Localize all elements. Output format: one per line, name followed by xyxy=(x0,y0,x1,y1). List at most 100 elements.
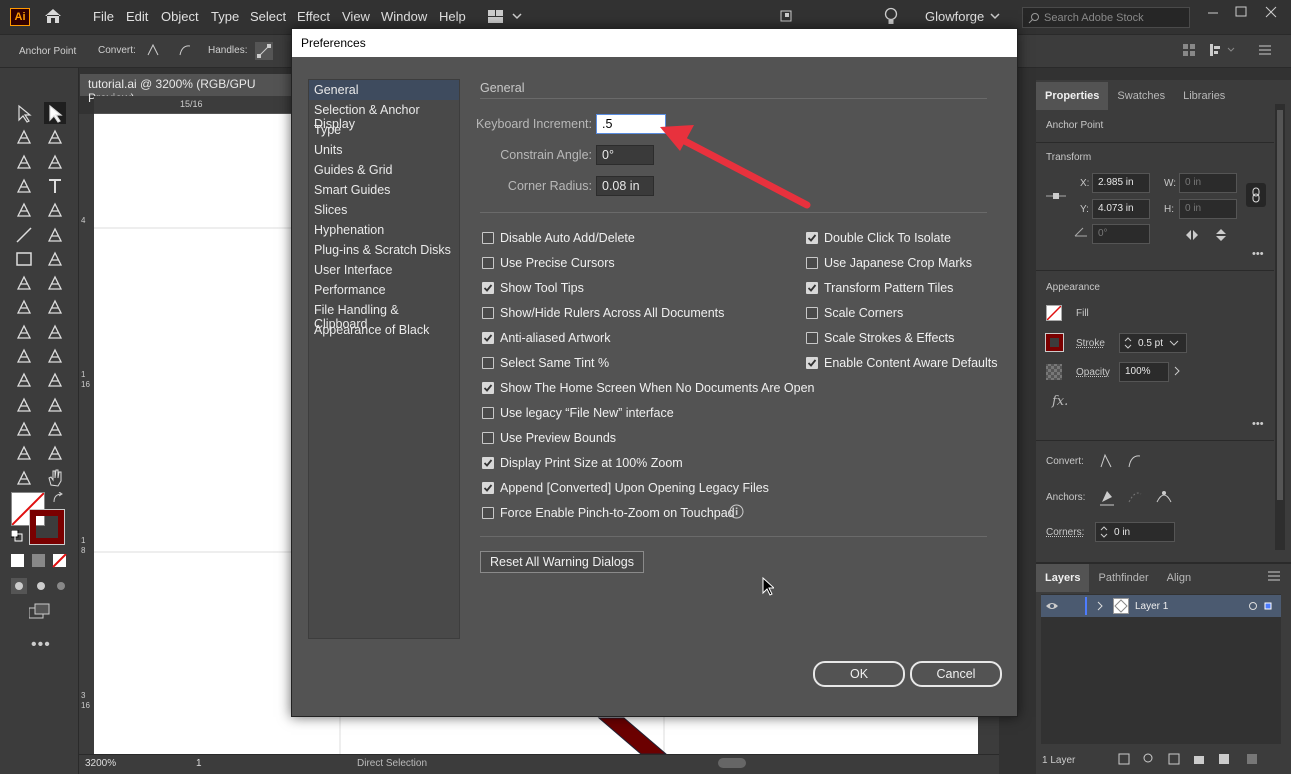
isolate-icon[interactable] xyxy=(1155,488,1173,506)
constrain-proportions-icon[interactable] xyxy=(1246,183,1266,207)
checkbox-disable-auto-add-delete[interactable]: Disable Auto Add/Delete xyxy=(482,225,815,250)
distribute-icon[interactable] xyxy=(1210,44,1236,56)
checkbox-box[interactable] xyxy=(482,431,494,444)
checkbox-box[interactable] xyxy=(482,256,494,269)
paintbrush-tool-icon[interactable] xyxy=(13,272,35,294)
pref-nav-user-interface[interactable]: User Interface xyxy=(309,260,459,280)
flip-horizontal-icon[interactable] xyxy=(1185,229,1199,241)
slice-tool-icon[interactable] xyxy=(13,467,35,489)
pref-nav-slices[interactable]: Slices xyxy=(309,200,459,220)
checkbox-transform-pattern-tiles[interactable]: Transform Pattern Tiles xyxy=(806,275,998,300)
checkbox-display-print-size-at-100-zoom[interactable]: Display Print Size at 100% Zoom xyxy=(482,450,815,475)
shaper-tool-icon[interactable] xyxy=(44,321,66,343)
checkbox-box[interactable] xyxy=(806,306,818,319)
checkbox-append-converted-upon-opening-legacy-files[interactable]: Append [Converted] Upon Opening Legacy F… xyxy=(482,475,815,500)
align-grid-icon[interactable] xyxy=(1183,44,1195,56)
scale-tool-icon[interactable] xyxy=(13,321,35,343)
document-tab[interactable]: tutorial.ai @ 3200% (RGB/GPU Preview) xyxy=(80,74,295,105)
share-icon[interactable] xyxy=(780,10,792,22)
minimize-button[interactable] xyxy=(1205,4,1221,20)
opacity-dropdown-icon[interactable] xyxy=(1172,365,1182,377)
properties-scrollbar[interactable] xyxy=(1275,104,1285,550)
draw-mode-icon[interactable] xyxy=(11,578,71,594)
ok-button[interactable]: OK xyxy=(813,661,905,687)
stroke-swatch[interactable] xyxy=(29,509,65,545)
eyedropper-tool-icon[interactable] xyxy=(44,394,66,416)
height-input[interactable]: 0 in xyxy=(1179,199,1237,219)
panel-menu-icon[interactable] xyxy=(1259,45,1271,55)
fill-none-icon[interactable] xyxy=(1046,305,1062,321)
pref-nav-hyphenation[interactable]: Hyphenation xyxy=(309,220,459,240)
swap-fill-stroke-icon[interactable] xyxy=(52,492,64,504)
pref-nav-guides-grid[interactable]: Guides & Grid xyxy=(309,160,459,180)
more-tools-icon[interactable]: ••• xyxy=(31,636,51,654)
default-colors-icon[interactable] xyxy=(11,530,23,542)
canvas-horizontal-scrollbar[interactable] xyxy=(718,758,746,768)
color-mode-icon[interactable] xyxy=(11,554,71,568)
checkbox-box[interactable] xyxy=(806,331,818,344)
cut-path-icon[interactable] xyxy=(1127,488,1143,506)
checkbox-box[interactable] xyxy=(482,356,494,369)
checkmark-icon[interactable] xyxy=(806,281,818,294)
tab-pathfinder[interactable]: Pathfinder xyxy=(1089,564,1157,592)
menu-file[interactable]: File xyxy=(93,9,114,24)
perspective-tool-icon[interactable] xyxy=(44,369,66,391)
selection-tool-icon[interactable] xyxy=(13,102,35,124)
flip-vertical-icon[interactable] xyxy=(1215,228,1227,242)
checkbox-double-click-to-isolate[interactable]: Double Click To Isolate xyxy=(806,225,998,250)
pref-nav-performance[interactable]: Performance xyxy=(309,280,459,300)
type-tool-icon[interactable] xyxy=(44,175,66,197)
checkbox-show-hide-rulers-across-all-documents[interactable]: Show/Hide Rulers Across All Documents xyxy=(482,300,815,325)
line-tool-icon[interactable] xyxy=(13,224,35,246)
group-selection-tool-icon[interactable] xyxy=(13,126,35,148)
layer-row[interactable]: Layer 1 xyxy=(1041,595,1281,617)
workspace-switcher[interactable]: Glowforge xyxy=(925,9,1000,24)
checkbox-anti-aliased-artwork[interactable]: Anti-aliased Artwork xyxy=(482,325,815,350)
menu-select[interactable]: Select xyxy=(250,9,286,24)
opacity-input[interactable]: 100% xyxy=(1119,362,1169,382)
eraser-tool-icon[interactable] xyxy=(13,296,35,318)
blend-tool-icon[interactable] xyxy=(13,418,35,440)
artboard-tool-icon[interactable] xyxy=(44,442,66,464)
pref-nav-selection-anchor-display[interactable]: Selection & Anchor Display xyxy=(309,100,459,131)
layers-footer-icons[interactable] xyxy=(1117,752,1287,766)
transform-more-icon[interactable]: ••• xyxy=(1252,248,1264,260)
pref-nav-units[interactable]: Units xyxy=(309,140,459,160)
remove-anchor-icon[interactable] xyxy=(1099,488,1115,506)
y-position-input[interactable]: 4.073 in xyxy=(1092,199,1150,219)
checkmark-icon[interactable] xyxy=(806,231,818,244)
pref-nav-file-handling-clipboard[interactable]: File Handling & Clipboard xyxy=(309,300,459,331)
width-input[interactable]: 0 in xyxy=(1179,173,1237,193)
pref-nav-appearance-of-black[interactable]: Appearance of Black xyxy=(309,320,459,340)
stroke-label[interactable]: Stroke xyxy=(1076,338,1105,349)
screen-mode-icon[interactable] xyxy=(29,603,51,619)
checkbox-use-preview-bounds[interactable]: Use Preview Bounds xyxy=(482,425,815,450)
rectangle-tool-icon[interactable] xyxy=(13,248,35,270)
current-tool-status[interactable]: Direct Selection xyxy=(357,758,427,769)
hand-tool-icon[interactable] xyxy=(44,467,66,489)
free-transform-tool-icon[interactable] xyxy=(44,345,66,367)
zoom-level[interactable]: 3200% xyxy=(85,758,116,769)
pref-nav-smart-guides[interactable]: Smart Guides xyxy=(309,180,459,200)
checkbox-box[interactable] xyxy=(482,506,494,519)
checkmark-icon[interactable] xyxy=(482,481,494,494)
checkbox-scale-strokes-effects[interactable]: Scale Strokes & Effects xyxy=(806,325,998,350)
checkbox-force-enable-pinch-to-zoom-on-touchpad[interactable]: Force Enable Pinch-to-Zoom on Touchpad xyxy=(482,500,815,525)
tab-libraries[interactable]: Libraries xyxy=(1174,82,1234,110)
convert-smooth-icon[interactable] xyxy=(1127,453,1141,469)
reference-point-icon[interactable] xyxy=(1046,190,1066,202)
gradient-tool-icon[interactable] xyxy=(13,394,35,416)
checkbox-box[interactable] xyxy=(482,406,494,419)
opacity-label[interactable]: Opacity xyxy=(1076,367,1110,378)
checkbox-use-precise-cursors[interactable]: Use Precise Cursors xyxy=(482,250,815,275)
arc-tool-icon[interactable] xyxy=(44,224,66,246)
checkbox-box[interactable] xyxy=(482,306,494,319)
tab-swatches[interactable]: Swatches xyxy=(1108,82,1174,110)
close-window-button[interactable] xyxy=(1263,4,1279,20)
checkbox-box[interactable] xyxy=(482,231,494,244)
menu-type[interactable]: Type xyxy=(211,9,239,24)
checkbox-enable-content-aware-defaults[interactable]: Enable Content Aware Defaults xyxy=(806,350,998,375)
blob-brush-tool-icon[interactable] xyxy=(44,272,66,294)
learn-lightbulb-icon[interactable] xyxy=(884,7,898,27)
mesh-tool-icon[interactable] xyxy=(13,369,35,391)
